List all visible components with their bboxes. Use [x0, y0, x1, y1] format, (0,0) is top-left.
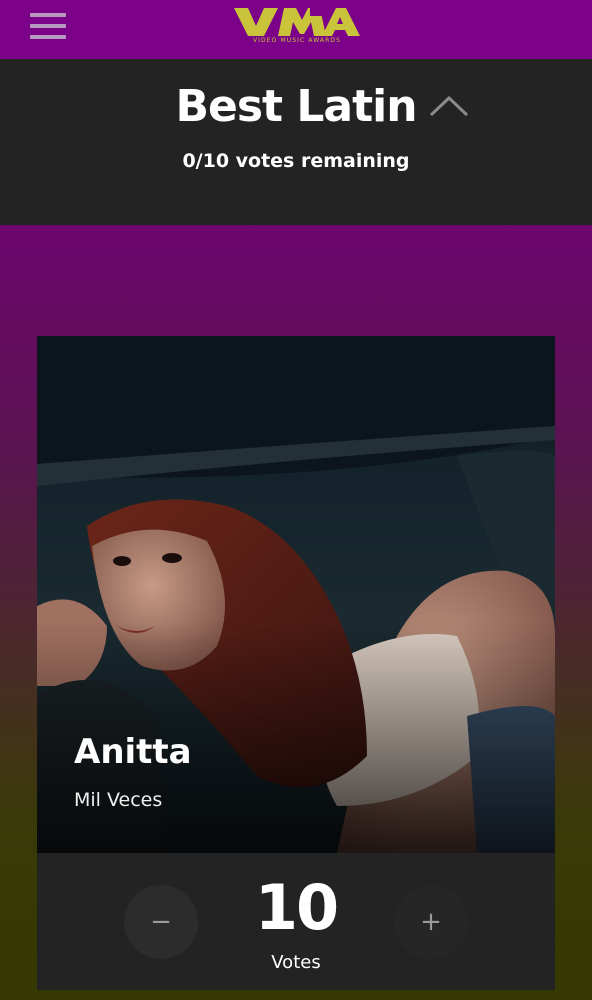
hamburger-menu-icon[interactable]	[30, 13, 66, 39]
votes-remaining: 0/10 votes remaining	[182, 150, 410, 172]
vma-logo-mark	[234, 4, 360, 36]
nominee-photo: Anitta Mil Veces	[37, 336, 555, 853]
increment-vote-button[interactable]: +	[394, 885, 468, 959]
nominee-song: Mil Veces	[74, 789, 163, 811]
logo-subtitle: VIDEO MUSIC AWARDS	[252, 37, 342, 44]
vma-logo[interactable]: VIDEO MUSIC AWARDS	[234, 4, 360, 46]
vote-panel: − 10 Votes +	[37, 853, 555, 990]
category-title: Best Latin	[175, 81, 417, 132]
nominee-card: Anitta Mil Veces − 10 Votes +	[37, 336, 555, 990]
vote-count: 10	[254, 871, 339, 944]
menu-line	[30, 24, 66, 28]
votes-label: Votes	[271, 952, 321, 973]
nominee-name: Anitta	[74, 732, 192, 772]
menu-line	[30, 35, 66, 39]
category-header: Best Latin 0/10 votes remaining	[0, 59, 592, 225]
decrement-vote-button[interactable]: −	[124, 885, 198, 959]
top-bar: VIDEO MUSIC AWARDS	[0, 0, 592, 59]
chevron-up-icon[interactable]	[426, 89, 472, 123]
menu-line	[30, 13, 66, 17]
